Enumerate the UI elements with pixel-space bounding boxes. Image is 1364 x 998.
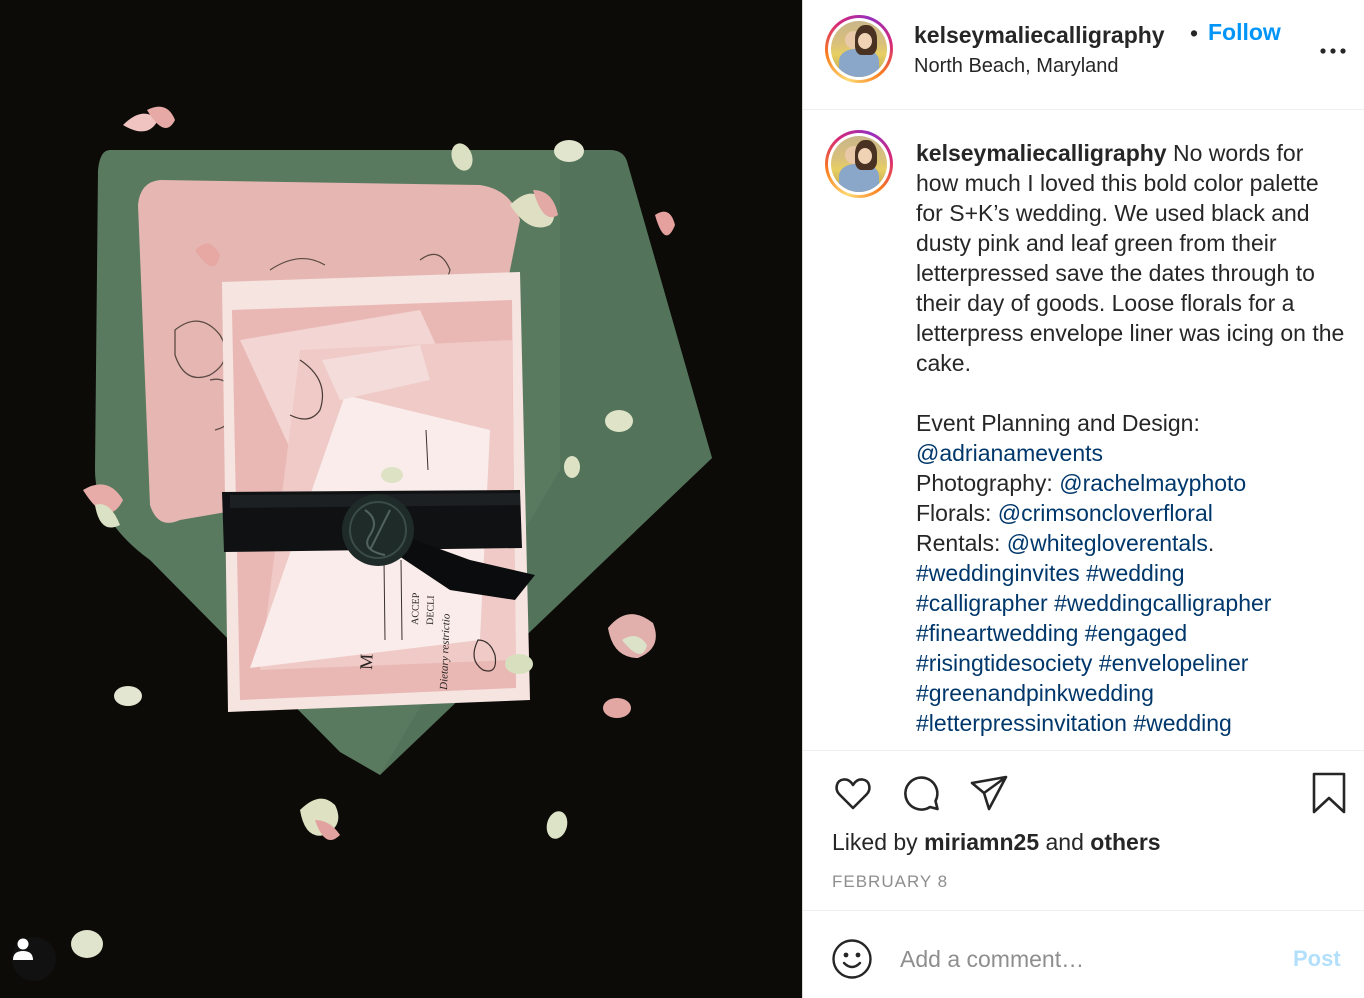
bookmark-icon[interactable] xyxy=(1307,771,1351,815)
smiley-icon[interactable] xyxy=(831,938,873,980)
caption-username[interactable]: kelseymaliecalligraphy xyxy=(916,140,1167,166)
post-header: kelseymaliecalligraphy • Follow North Be… xyxy=(803,0,1364,110)
hashtag[interactable]: #engaged xyxy=(1085,620,1187,646)
mention-adrianamevents[interactable]: @adrianamevents xyxy=(916,440,1103,466)
post-actions: Liked by miriamn25 and others FEBRUARY 8 xyxy=(803,750,1364,910)
post-caption: kelseymaliecalligraphy No words for how … xyxy=(803,110,1364,750)
likes-summary: Liked by miriamn25 and others xyxy=(832,829,1161,856)
post-location[interactable]: North Beach, Maryland xyxy=(914,55,1119,78)
caption-text: kelseymaliecalligraphy No words for how … xyxy=(916,138,1346,738)
mention-whiteglovrentals[interactable]: @whitegloverentals xyxy=(1007,530,1208,556)
credit-label-rentals: Rentals: xyxy=(916,530,1001,556)
comment-icon[interactable] xyxy=(899,771,943,815)
tagged-users-button[interactable] xyxy=(12,937,56,981)
svg-text:DECLI: DECLI xyxy=(425,595,437,625)
heart-icon[interactable] xyxy=(831,771,875,815)
more-horizontal-icon[interactable] xyxy=(1318,36,1348,66)
hashtag[interactable]: #risingtidesociety xyxy=(916,650,1092,676)
hashtag[interactable]: #envelopeliner xyxy=(1099,650,1249,676)
hashtag[interactable]: #fineartwedding xyxy=(916,620,1078,646)
likes-middle: and xyxy=(1039,829,1091,855)
author-avatar[interactable] xyxy=(825,15,893,83)
hashtag[interactable]: #wedding xyxy=(1133,710,1231,736)
mention-rachelmayphoto[interactable]: @rachelmayphoto xyxy=(1059,470,1246,496)
comment-input[interactable] xyxy=(900,941,1270,977)
person-icon xyxy=(13,938,33,960)
caption-author-avatar[interactable] xyxy=(825,130,893,198)
hashtag[interactable]: #weddinginvites xyxy=(916,560,1080,586)
post-details-panel: kelseymaliecalligraphy • Follow North Be… xyxy=(802,0,1364,998)
post-date[interactable]: FEBRUARY 8 xyxy=(832,872,948,892)
likes-prefix: Liked by xyxy=(832,829,925,855)
hashtag[interactable]: #wedding xyxy=(1086,560,1184,586)
author-username[interactable]: kelseymaliecalligraphy xyxy=(914,22,1165,49)
follow-button[interactable]: Follow xyxy=(1208,19,1281,46)
credit-suffix: . xyxy=(1207,530,1215,556)
caption-body: No words for how much I loved this bold … xyxy=(916,140,1345,436)
hashtag[interactable]: #weddingcalligrapher xyxy=(1054,590,1271,616)
svg-text:M: M xyxy=(356,653,377,670)
liked-by-user[interactable]: miriamn25 xyxy=(924,829,1039,855)
hashtag[interactable]: #calligrapher xyxy=(916,590,1048,616)
comment-composer: Post xyxy=(803,910,1364,998)
hashtag[interactable]: #greenandpinkwedding xyxy=(916,680,1154,706)
credit-label-photography: Photography: xyxy=(916,470,1053,496)
credit-label-florals: Florals: xyxy=(916,500,992,526)
post-photo[interactable]: M Dietary restrictio ACCEP DECLI xyxy=(0,0,802,998)
liked-by-others[interactable]: others xyxy=(1090,829,1160,855)
hashtag[interactable]: #letterpressinvitation xyxy=(916,710,1127,736)
invitation-suite-image: M Dietary restrictio ACCEP DECLI xyxy=(0,0,802,998)
mention-crimsoncloverfloral[interactable]: @crimsoncloverfloral xyxy=(998,500,1213,526)
post-comment-button[interactable]: Post xyxy=(1293,946,1341,972)
share-icon[interactable] xyxy=(967,771,1011,815)
svg-text:ACCEP: ACCEP xyxy=(410,592,422,625)
wax-seal xyxy=(342,494,414,566)
separator-dot: • xyxy=(1190,20,1199,46)
